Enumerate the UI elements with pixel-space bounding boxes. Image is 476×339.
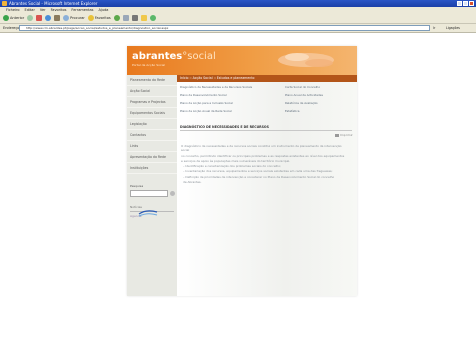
logo-sub: °social: [182, 51, 216, 62]
forward-arrow-icon: [27, 15, 34, 21]
site-header: abrantes°social Portal da Acção Social: [127, 46, 357, 75]
site-logo[interactable]: abrantes°social: [132, 52, 216, 62]
sidebar-item-programas[interactable]: Programas e Projectos: [127, 97, 177, 108]
sidebar-item-planeamento[interactable]: Planeamento da Rede: [127, 75, 177, 86]
site-search-input[interactable]: [130, 190, 168, 197]
address-label: Endereço: [3, 26, 20, 30]
sublink-plano-accao[interactable]: Plano de Acção Anual da Rede Social: [180, 109, 285, 113]
favorites-label: Favoritos: [94, 16, 111, 20]
stop-icon: [36, 15, 43, 21]
sublink-relatorios[interactable]: Relatórios de Avaliação: [285, 101, 354, 105]
maximize-button[interactable]: [463, 1, 468, 6]
search-row: [130, 190, 177, 197]
star-icon: [87, 15, 94, 21]
address-input[interactable]: http://www.cm-abrantes.pt/page/accao_soc…: [19, 25, 430, 31]
site-tagline: Portal da Acção Social: [132, 63, 166, 67]
favorites-button[interactable]: Favoritos: [87, 15, 111, 21]
logo-main: abrantes: [132, 51, 183, 62]
history-button[interactable]: [113, 15, 120, 21]
back-button[interactable]: Anterior: [3, 15, 24, 21]
forward-button[interactable]: [27, 15, 34, 21]
ie-icon: [2, 1, 7, 6]
back-label: Anterior: [10, 16, 25, 20]
print-toolbar-button[interactable]: [131, 15, 138, 21]
sublink-plano-inclusao[interactable]: Plano de Acção para a Inclusão Social: [180, 101, 285, 105]
folder-button[interactable]: [140, 15, 147, 21]
sidebar-item-legislacao[interactable]: Legislação: [127, 119, 177, 130]
paragraph-line: e serviços de apoio às populações mais v…: [181, 158, 291, 163]
sublinks-grid: Diagnóstico de Necessidades e de Recurso…: [180, 85, 354, 113]
window-titlebar: Abrantes Social - Microsoft Internet Exp…: [0, 0, 476, 7]
folder-icon: [140, 15, 147, 21]
section-divider: [180, 130, 352, 131]
address-url: http://www.cm-abrantes.pt/page/accao_soc…: [26, 26, 169, 30]
section-title: DIAGNÓSTICO DE NECESSIDADES E DE RECURSO…: [180, 125, 269, 129]
paragraph-line: no concelho, permitindo identificar os p…: [181, 153, 345, 158]
search-label-site: Pesquisa: [130, 184, 144, 188]
refresh-icon: [45, 15, 52, 21]
sidebar-item-instituicoes[interactable]: Instituições: [127, 163, 177, 174]
minimize-button[interactable]: [457, 1, 462, 6]
sublink-plano-desenvolvimento[interactable]: Plano de Desenvolvimento Social: [180, 93, 285, 97]
browser-viewport: abrantes°social Portal da Acção Social P…: [0, 33, 476, 339]
home-button[interactable]: [54, 15, 61, 21]
search-button[interactable]: Procurar: [63, 15, 85, 21]
sublink-plano-anual[interactable]: Plano Anual de Actividades: [285, 93, 354, 97]
sublink-carta-social[interactable]: Carta Social do Concelho: [285, 85, 354, 89]
search-label: Procurar: [70, 16, 85, 20]
refresh-button[interactable]: [45, 15, 52, 21]
main-content: Diagnóstico de Necessidades e de Recurso…: [177, 82, 357, 296]
history-icon: [113, 15, 120, 21]
sidebar-item-apresentacao[interactable]: Apresentação da Rede: [127, 152, 177, 163]
sidebar-item-contactos[interactable]: Contactos: [127, 130, 177, 141]
partner-logo: [138, 210, 158, 217]
printer-small-icon: [335, 133, 339, 137]
messenger-icon: [149, 15, 156, 21]
sidebar-item-equipamentos[interactable]: Equipamentos Sociais: [127, 108, 177, 119]
body-text: O diagnóstico de necessidades e de recur…: [181, 144, 349, 185]
messenger-button[interactable]: [149, 15, 156, 21]
hands-banner-image: [278, 53, 334, 67]
sublink-estatistica[interactable]: Estatística: [285, 109, 354, 113]
search-icon: [63, 15, 70, 21]
printer-icon: [131, 15, 138, 21]
mail-icon: [122, 15, 129, 21]
stop-button[interactable]: [36, 15, 43, 21]
search-go-icon[interactable]: [170, 191, 175, 196]
links-button[interactable]: Ligações: [446, 25, 460, 31]
site-container: abrantes°social Portal da Acção Social P…: [127, 46, 357, 296]
address-bar: Endereço http://www.cm-abrantes.pt/page/…: [0, 24, 476, 33]
mail-button[interactable]: [122, 15, 129, 21]
window-controls: [457, 1, 474, 6]
window-title: Abrantes Social - Microsoft Internet Exp…: [9, 1, 98, 6]
sidebar-item-links[interactable]: Links: [127, 141, 177, 152]
go-button[interactable]: Ir: [433, 25, 444, 31]
breadcrumb: Início :: Acção Social :: Estudos e plan…: [177, 75, 357, 82]
bullet-line: de Abrantes.: [183, 180, 202, 185]
close-button[interactable]: [469, 1, 474, 6]
bullet-line: – Inventariação dos recursos, equipament…: [183, 169, 333, 174]
sidebar-item-accao-social[interactable]: Acção Social: [127, 86, 177, 97]
print-link[interactable]: Imprimir: [335, 133, 353, 137]
paragraph-line: O diagnóstico de necessidades e de recur…: [181, 144, 342, 153]
print-label: Imprimir: [340, 133, 353, 137]
home-icon: [54, 15, 61, 21]
bullet-line: – Definição de prioridades de intervençã…: [183, 174, 335, 179]
browser-toolbar: Anterior Procurar Favoritos: [0, 13, 476, 24]
sublink-diagnostico[interactable]: Diagnóstico de Necessidades e de Recurso…: [180, 85, 285, 89]
back-arrow-icon: [3, 15, 9, 21]
bullet-line: – Identificação e caracterização dos pro…: [183, 164, 281, 169]
site-sidebar: Planeamento da Rede Acção Social Program…: [127, 75, 177, 296]
